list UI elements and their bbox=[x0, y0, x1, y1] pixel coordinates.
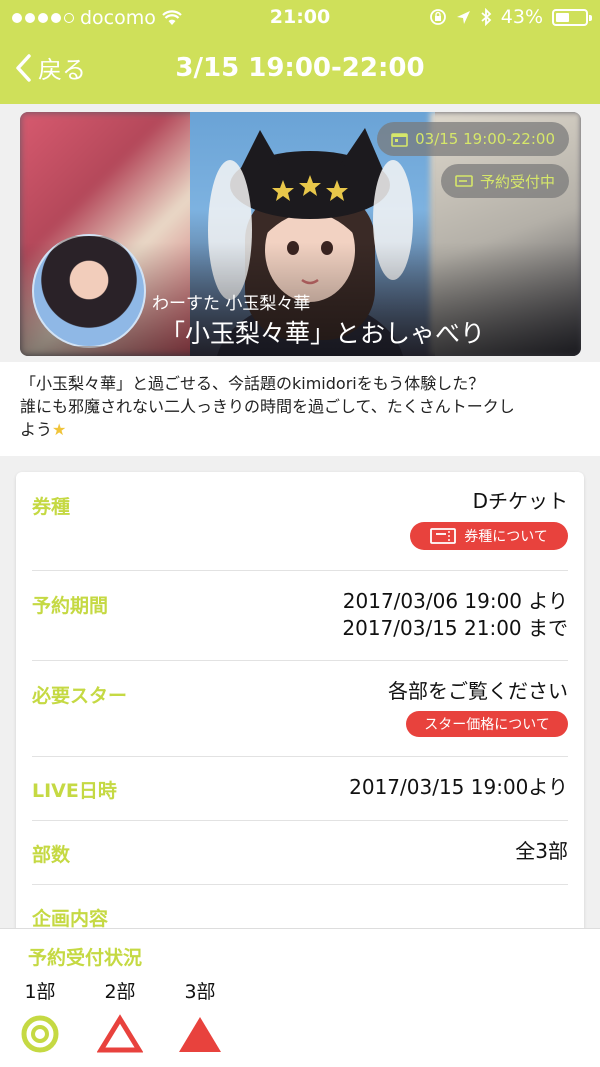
ticket-type-value: Dチケット bbox=[472, 489, 568, 513]
required-stars-value: 各部をご覧ください bbox=[388, 679, 568, 703]
live-datetime-row: LIVE日時 2017/03/15 19:00より bbox=[32, 757, 568, 821]
event-title: 「小玉梨々華」とおしゃべり bbox=[160, 319, 486, 348]
reservation-status-text: 予約受付中 bbox=[479, 172, 555, 191]
description-line: よう★ bbox=[20, 420, 67, 439]
live-datetime-value: 2017/03/15 19:00より bbox=[349, 775, 568, 799]
description-line: 「小玉梨々華」と過ごせる、今話題のkimidoriをもう体験した？ bbox=[20, 374, 485, 393]
star-price-info-button[interactable]: スター価格について bbox=[406, 711, 568, 737]
event-date-text: 03/15 19:00-22:00 bbox=[415, 130, 555, 148]
status-bar: docomo 21:00 43% bbox=[0, 0, 600, 36]
part-label: 3部 bbox=[184, 981, 216, 1003]
part-status-2[interactable]: 2部 bbox=[90, 977, 150, 1054]
event-description: 「小玉梨々華」と過ごせる、今話題のkimidoriをもう体験した？ 誰にも邪魔さ… bbox=[0, 362, 600, 456]
reservation-status-heading: 予約受付状況 bbox=[28, 947, 143, 969]
rotation-lock-icon bbox=[429, 9, 446, 25]
ticket-type-info-label: 券種について bbox=[464, 529, 548, 545]
live-datetime-label: LIVE日時 bbox=[32, 780, 117, 802]
reservation-status-badge: 予約受付中 bbox=[440, 164, 569, 198]
reservation-period-value: 2017/03/06 19:00 より 2017/03/15 21:00 まで bbox=[342, 588, 568, 642]
ticket-type-row: 券種 Dチケット 券種について bbox=[32, 472, 568, 571]
part-status-1[interactable]: 1部 bbox=[10, 977, 70, 1054]
required-stars-label: 必要スター bbox=[32, 685, 128, 707]
part-label: 2部 bbox=[104, 981, 136, 1003]
part-status-3[interactable]: 3部 bbox=[170, 977, 230, 1054]
location-arrow-icon bbox=[456, 10, 470, 24]
reservation-status-panel: 予約受付状況 1部 2部 3部 bbox=[0, 928, 600, 1067]
navigation-bar: 戻る 3/15 19:00-22:00 bbox=[0, 36, 600, 104]
artist-name: わーすた 小玉梨々華 bbox=[152, 294, 311, 314]
ticket-type-info-button[interactable]: 券種について bbox=[410, 522, 568, 550]
bluetooth-icon bbox=[481, 8, 492, 26]
parts-count-value: 全3部 bbox=[515, 839, 568, 863]
ticket-type-label: 券種 bbox=[32, 496, 71, 518]
event-banner[interactable]: 03/15 19:00-22:00 予約受付中 わーすた 小玉梨々華 「小玉梨々… bbox=[20, 112, 581, 356]
parts-count-row: 部数 全3部 bbox=[32, 821, 568, 885]
details-card: 券種 Dチケット 券種について 予約期間 2017/03/06 19:00 より… bbox=[16, 472, 584, 952]
triangle-filled-icon bbox=[179, 1017, 221, 1052]
parts-count-label: 部数 bbox=[32, 844, 71, 866]
part-label: 1部 bbox=[24, 981, 56, 1003]
star-price-info-label: スター価格について bbox=[424, 717, 550, 733]
double-circle-icon bbox=[21, 1015, 59, 1053]
battery-percent: 43% bbox=[500, 6, 543, 28]
ticket-icon bbox=[430, 528, 457, 544]
event-date-badge: 03/15 19:00-22:00 bbox=[377, 122, 569, 156]
reservation-start: 2017/03/06 19:00 より bbox=[342, 589, 568, 613]
triangle-outline-icon bbox=[97, 1014, 143, 1053]
reservation-period-row: 予約期間 2017/03/06 19:00 より 2017/03/15 21:0… bbox=[32, 571, 568, 661]
sparkle-star-icon: ★ bbox=[52, 420, 67, 439]
description-line: 誰にも邪魔されない二人っきりの時間を過ごして、たくさんトークし bbox=[20, 397, 515, 416]
artist-avatar bbox=[32, 234, 146, 348]
reservation-end: 2017/03/15 21:00 まで bbox=[342, 616, 568, 640]
required-stars-row: 必要スター 各部をご覧ください スター価格について bbox=[32, 661, 568, 757]
battery-icon bbox=[552, 8, 592, 26]
reservation-period-label: 予約期間 bbox=[32, 595, 109, 617]
ticket-icon bbox=[455, 175, 473, 187]
page-title: 3/15 19:00-22:00 bbox=[175, 53, 425, 83]
calendar-icon bbox=[391, 132, 408, 147]
plan-label: 企画内容 bbox=[32, 908, 109, 930]
